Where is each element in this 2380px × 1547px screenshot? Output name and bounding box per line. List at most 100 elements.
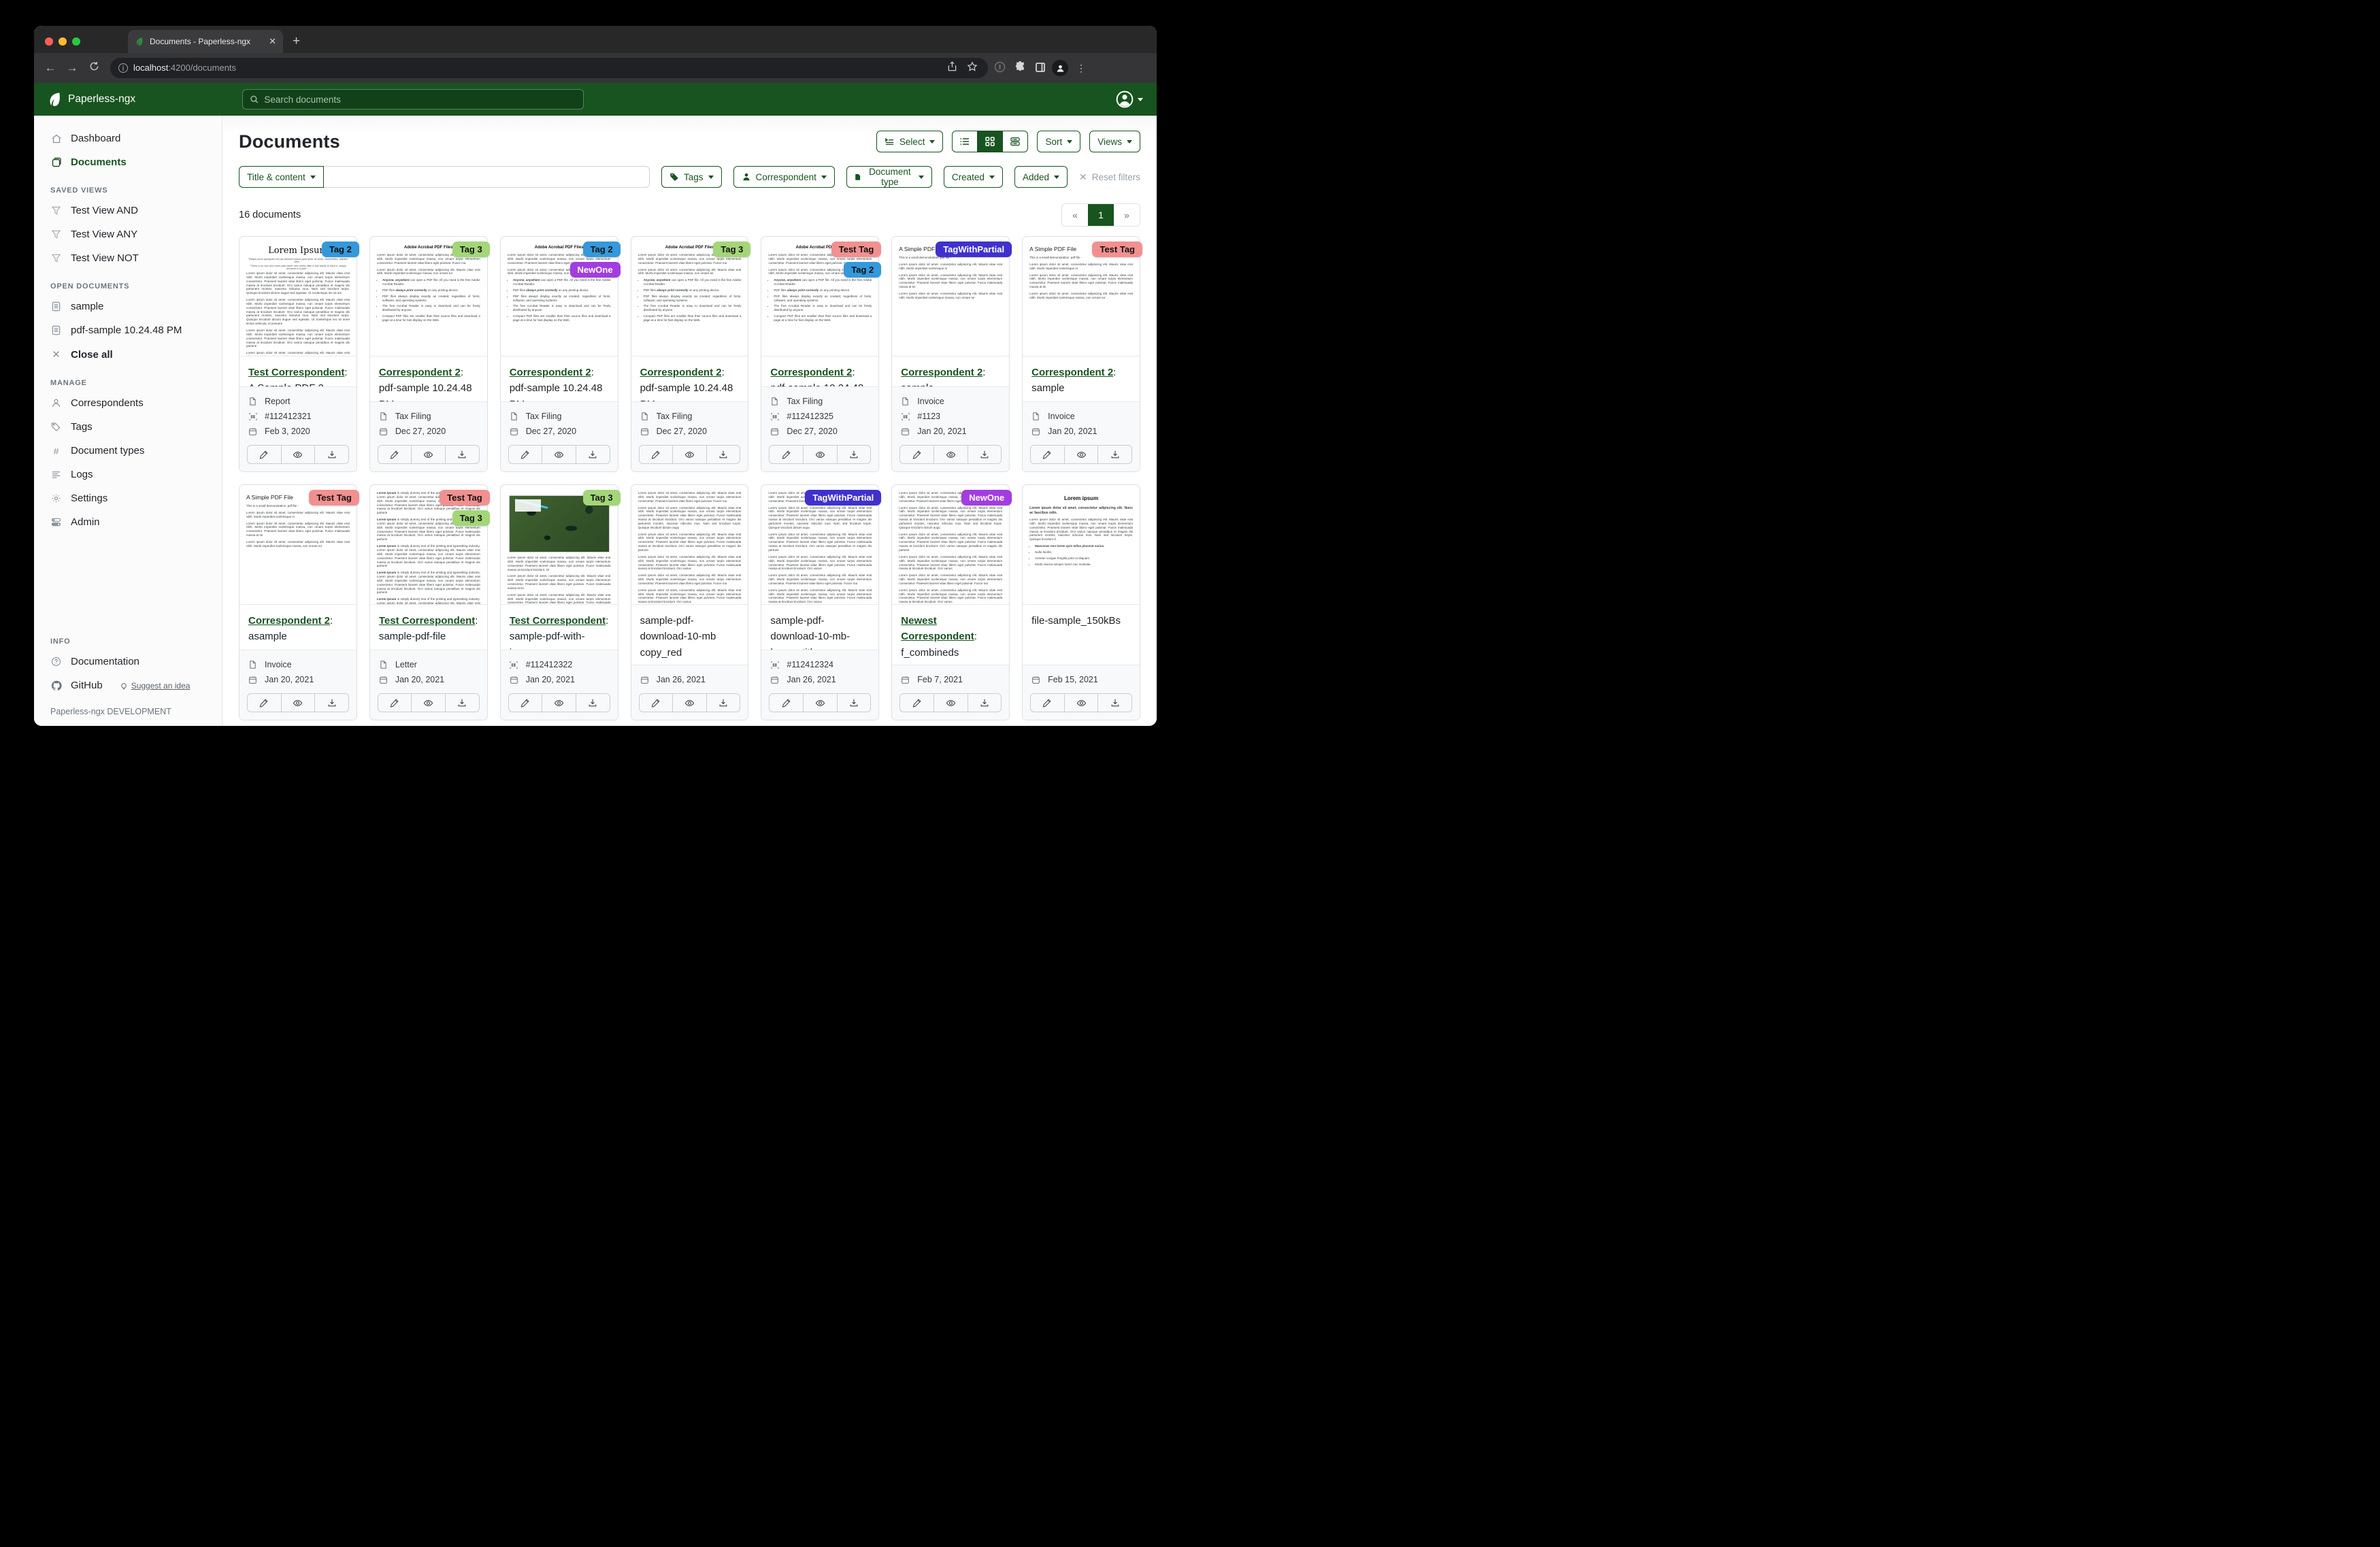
view-document-button[interactable]: [803, 693, 838, 712]
correspondent-link[interactable]: Correspondent 2: [1031, 367, 1113, 378]
sidepanel-icon[interactable]: [1031, 62, 1049, 75]
sidebar-item-github[interactable]: GitHub: [71, 680, 103, 691]
tag-badge[interactable]: NewOne: [570, 262, 621, 278]
sidebar-item-documents[interactable]: Documents: [34, 150, 222, 174]
edit-document-button[interactable]: [1030, 693, 1065, 712]
edit-document-button[interactable]: [378, 693, 412, 712]
browser-menu-icon[interactable]: ⋮: [1072, 63, 1090, 74]
select-button[interactable]: Select: [876, 131, 944, 152]
download-document-button[interactable]: [1097, 445, 1132, 464]
view-document-button[interactable]: [672, 693, 707, 712]
sidebar-item-test-view-any[interactable]: Test View ANY: [34, 222, 222, 246]
correspondent-link[interactable]: Test Correspondent: [510, 615, 606, 627]
download-document-button[interactable]: [968, 693, 1002, 712]
edit-document-button[interactable]: [247, 693, 282, 712]
tag-badge[interactable]: Tag 2: [322, 242, 359, 257]
correspondent-link[interactable]: Correspondent 2: [248, 615, 330, 627]
download-document-button[interactable]: [837, 445, 872, 464]
reset-filters-button[interactable]: ✕ Reset filters: [1079, 171, 1140, 183]
tag-badge[interactable]: TagWithPartial: [805, 490, 881, 505]
tag-badge[interactable]: Tag 3: [452, 242, 490, 257]
view-document-button[interactable]: [411, 693, 446, 712]
sidebar-item-document-types[interactable]: # Document types: [34, 439, 222, 463]
view-document-button[interactable]: [1064, 693, 1099, 712]
edit-document-button[interactable]: [769, 445, 804, 464]
tab-close-icon[interactable]: ✕: [269, 36, 276, 47]
sidebar-item-admin[interactable]: Admin: [34, 510, 222, 534]
edit-document-button[interactable]: [378, 445, 412, 464]
correspondent-link[interactable]: Newest Correspondent: [901, 615, 974, 642]
download-document-button[interactable]: [314, 445, 349, 464]
suggest-idea-link[interactable]: Suggest an idea: [120, 681, 191, 691]
edit-document-button[interactable]: [639, 445, 674, 464]
correspondent-link[interactable]: Test Correspondent: [248, 367, 344, 378]
sidebar-item-test-view-and[interactable]: Test View AND: [34, 199, 222, 222]
sidebar-item-open-doc-sample[interactable]: sample: [34, 295, 222, 318]
sidebar-item-dashboard[interactable]: Dashboard: [34, 127, 222, 150]
edit-document-button[interactable]: [508, 693, 543, 712]
download-document-button[interactable]: [576, 693, 610, 712]
view-document-button[interactable]: [542, 693, 576, 712]
correspondent-link[interactable]: Correspondent 2: [770, 367, 852, 378]
tag-badge[interactable]: Test Tag: [440, 490, 490, 505]
download-document-button[interactable]: [445, 693, 480, 712]
app-brand[interactable]: Paperless-ngx: [48, 92, 242, 107]
download-document-button[interactable]: [576, 445, 610, 464]
sidebar-item-documentation[interactable]: Documentation: [34, 650, 222, 673]
tag-badge[interactable]: Tag 3: [583, 490, 621, 505]
share-icon[interactable]: [944, 61, 959, 75]
site-info-icon[interactable]: i: [118, 63, 128, 73]
filter-tags-dropdown[interactable]: Tags: [661, 166, 722, 188]
extension-1password-icon[interactable]: [991, 61, 1008, 75]
filter-document-type-dropdown[interactable]: Document type: [846, 166, 932, 188]
view-mode-grid-button[interactable]: [977, 131, 1003, 152]
back-icon[interactable]: ←: [41, 61, 60, 75]
tag-badge[interactable]: Test Tag: [309, 490, 359, 505]
forward-icon[interactable]: →: [63, 61, 82, 75]
sidebar-item-open-doc-pdf-sample[interactable]: pdf-sample 10.24.48 PM: [34, 318, 222, 342]
download-document-button[interactable]: [445, 445, 480, 464]
pagination-page-1-button[interactable]: 1: [1088, 204, 1114, 226]
view-mode-table-button[interactable]: [952, 131, 978, 152]
views-button[interactable]: Views: [1089, 131, 1140, 152]
global-search[interactable]: [242, 89, 584, 110]
filter-field-dropdown[interactable]: Title & content: [239, 166, 324, 188]
browser-tab[interactable]: Documents - Paperless-ngx ✕: [128, 30, 283, 53]
sidebar-item-settings[interactable]: Settings: [34, 486, 222, 510]
edit-document-button[interactable]: [899, 693, 934, 712]
pagination-prev-button[interactable]: «: [1062, 204, 1088, 226]
extensions-puzzle-icon[interactable]: [1011, 61, 1029, 75]
minimize-window-button[interactable]: [59, 37, 67, 46]
view-document-button[interactable]: [281, 693, 316, 712]
download-document-button[interactable]: [314, 693, 349, 712]
account-menu[interactable]: [1116, 90, 1143, 108]
view-mode-detail-button[interactable]: [1002, 131, 1028, 152]
download-document-button[interactable]: [968, 445, 1002, 464]
download-document-button[interactable]: [706, 693, 741, 712]
download-document-button[interactable]: [837, 693, 872, 712]
document-thumbnail[interactable]: Lorem ipsumLorem ipsum dolor sit amet, c…: [1023, 485, 1140, 605]
edit-document-button[interactable]: [769, 693, 804, 712]
filter-correspondent-dropdown[interactable]: Correspondent: [733, 166, 835, 188]
edit-document-button[interactable]: [508, 445, 543, 464]
filter-added-dropdown[interactable]: Added: [1014, 166, 1068, 188]
sort-button[interactable]: Sort: [1037, 131, 1080, 152]
tag-badge[interactable]: Tag 3: [452, 510, 490, 526]
view-document-button[interactable]: [281, 445, 316, 464]
filter-created-dropdown[interactable]: Created: [944, 166, 1003, 188]
view-document-button[interactable]: [803, 445, 838, 464]
new-tab-button[interactable]: +: [283, 34, 300, 53]
tag-badge[interactable]: Tag 2: [583, 242, 621, 257]
sidebar-item-test-view-not[interactable]: Test View NOT: [34, 246, 222, 270]
download-document-button[interactable]: [706, 445, 741, 464]
tag-badge[interactable]: Tag 2: [844, 262, 881, 278]
tag-badge[interactable]: Test Tag: [1092, 242, 1142, 257]
document-thumbnail[interactable]: Lorem ipsum dolor sit amet, consectetur …: [631, 485, 748, 605]
reload-icon[interactable]: [84, 61, 103, 75]
edit-document-button[interactable]: [639, 693, 674, 712]
sidebar-item-logs[interactable]: Logs: [34, 463, 222, 486]
edit-document-button[interactable]: [247, 445, 282, 464]
view-document-button[interactable]: [672, 445, 707, 464]
edit-document-button[interactable]: [1030, 445, 1065, 464]
bookmark-star-icon[interactable]: [965, 61, 980, 76]
